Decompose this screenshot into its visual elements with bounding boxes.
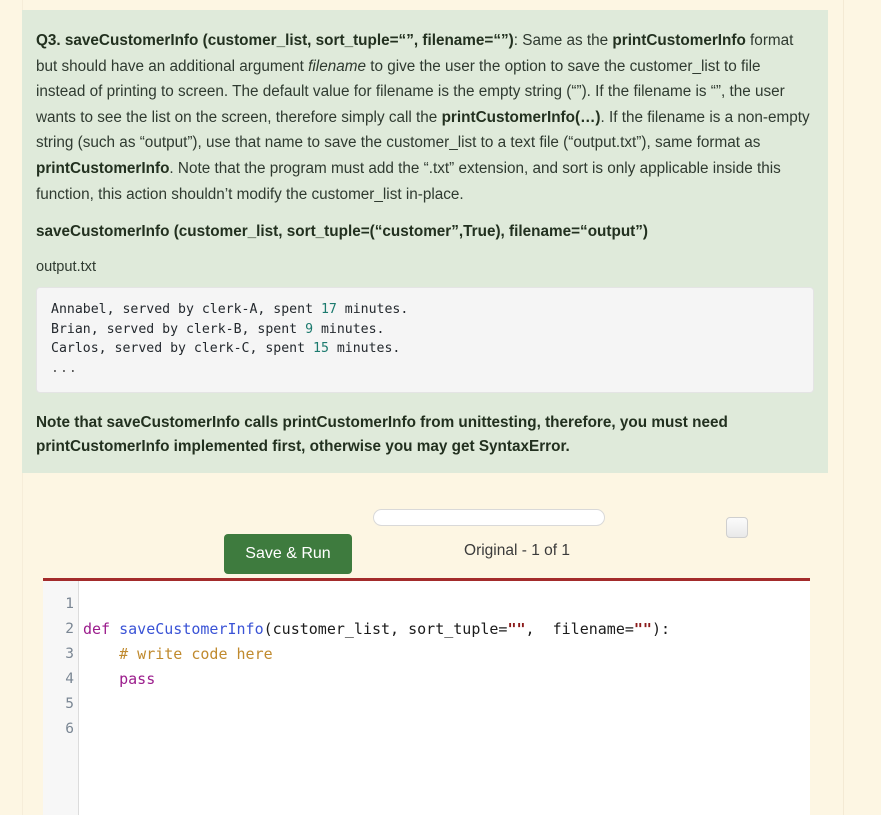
code-line[interactable] xyxy=(83,592,810,617)
question-text-segment: printCustomerInfo xyxy=(36,159,170,177)
code-token: # write code here xyxy=(83,645,273,663)
output-line-number: 9 xyxy=(305,321,314,337)
editor-toolbar: Save & Run Original - 1 of 1 xyxy=(22,500,828,580)
sample-output-line: Brian, served by clerk-B, spent 9 minute… xyxy=(51,320,799,340)
code-token: ): xyxy=(651,620,671,638)
question-text-segment: Q3. saveCustomerInfo (customer_list, sor… xyxy=(36,32,514,49)
question-text-segment: : Same as the xyxy=(513,32,613,49)
question-description: Q3. saveCustomerInfo (customer_list, sor… xyxy=(36,28,814,207)
sample-output-box: Annabel, served by clerk-A, spent 17 min… xyxy=(36,287,814,394)
output-line-prefix: Brian, served by clerk-B, spent xyxy=(51,321,306,337)
save-and-run-button[interactable]: Save & Run xyxy=(224,534,352,574)
code-line[interactable]: def saveCustomerInfo(customer_list, sort… xyxy=(83,617,810,642)
code-line[interactable]: # write code here xyxy=(83,642,810,667)
code-editor[interactable]: 1 2 3 4 5 6 def saveCustomerInfo(customer_lis… xyxy=(43,578,810,815)
line-number: 4 xyxy=(65,671,74,687)
output-ellipsis: ... xyxy=(51,360,78,376)
line-number: 2 xyxy=(65,621,74,637)
output-file-label: output.txt xyxy=(36,259,97,276)
output-line-prefix: Carlos, served by clerk-C, spent xyxy=(51,341,314,357)
code-token: pass xyxy=(119,670,156,688)
version-label: Original - 1 of 1 xyxy=(464,542,570,559)
code-token: (customer_list, sort_tuple= xyxy=(263,620,508,638)
output-line-suffix: minutes. xyxy=(336,302,409,318)
output-line-suffix: minutes. xyxy=(328,341,401,357)
code-token: "" xyxy=(507,620,526,638)
line-number: 5 xyxy=(65,696,74,712)
code-line[interactable] xyxy=(83,692,810,717)
line-number: 6 xyxy=(65,721,74,737)
version-slider-handle[interactable] xyxy=(726,517,748,538)
code-line[interactable] xyxy=(83,717,810,742)
code-text-area[interactable]: def saveCustomerInfo(customer_list, sort… xyxy=(79,581,810,815)
code-line[interactable]: pass xyxy=(83,667,810,692)
output-line-suffix: minutes. xyxy=(313,321,385,337)
question-panel: Q3. saveCustomerInfo (customer_list, sor… xyxy=(22,10,828,474)
code-token: "" xyxy=(633,620,652,638)
line-number: 1 xyxy=(65,596,74,612)
version-slider-track[interactable] xyxy=(373,509,748,538)
output-line-prefix: Annabel, served by clerk-A, spent xyxy=(51,302,321,318)
function-signature-example: saveCustomerInfo (customer_list, sort_tu… xyxy=(36,223,648,241)
code-token: , filename= xyxy=(525,620,634,638)
question-text-segment: filename xyxy=(308,57,366,75)
question-note: Note that saveCustomerInfo calls printCu… xyxy=(36,414,728,456)
output-line-number: 15 xyxy=(313,341,329,357)
sample-output-line: Carlos, served by clerk-C, spent 15 minu… xyxy=(51,339,799,359)
line-number-gutter: 1 2 3 4 5 6 xyxy=(43,581,79,815)
page-right-rule xyxy=(843,0,844,815)
code-token: saveCustomerInfo xyxy=(119,620,264,638)
question-text-segment: printCustomerInfo(…) xyxy=(441,108,601,126)
output-line-number: 17 xyxy=(320,302,337,318)
line-number: 3 xyxy=(65,646,74,662)
code-token: def xyxy=(83,620,120,638)
question-text-segment: printCustomerInfo xyxy=(612,32,746,49)
sample-output-line: Annabel, served by clerk-A, spent 17 min… xyxy=(51,300,799,320)
